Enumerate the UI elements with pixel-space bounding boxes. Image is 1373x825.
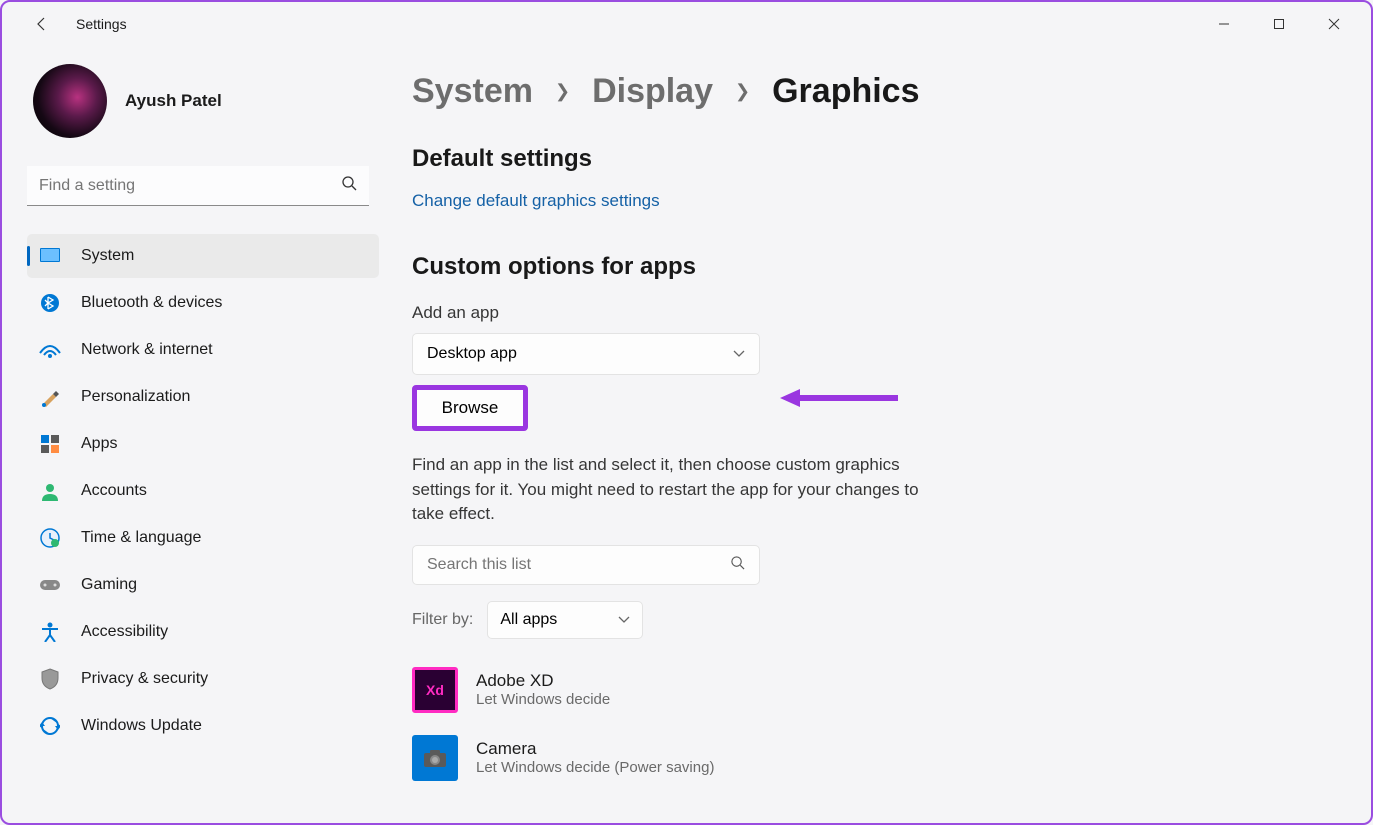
nav-item-accessibility[interactable]: Accessibility [27,610,379,654]
helper-text: Find an app in the list and select it, t… [412,453,942,527]
sidebar-search-input[interactable] [39,177,341,195]
nav-item-bluetooth[interactable]: Bluetooth & devices [27,281,379,325]
app-subtitle: Let Windows decide (Power saving) [476,759,714,776]
breadcrumb-system[interactable]: System [412,72,533,111]
app-list-search[interactable] [412,545,760,585]
browse-button[interactable]: Browse [412,385,528,431]
privacy-icon [39,668,61,690]
app-item-camera[interactable]: Camera Let Windows decide (Power saving) [412,729,1331,787]
back-button[interactable] [22,4,62,44]
bluetooth-icon [39,292,61,314]
window-controls [1196,4,1361,44]
nav-label: Bluetooth & devices [81,294,222,312]
network-icon [39,339,61,361]
system-icon [39,245,61,267]
chevron-down-icon [733,345,745,363]
nav-item-personalization[interactable]: Personalization [27,375,379,419]
update-icon [39,715,61,737]
window-title: Settings [76,16,127,32]
app-name: Adobe XD [476,671,610,691]
nav-item-windows-update[interactable]: Windows Update [27,704,379,748]
nav-item-system[interactable]: System [27,234,379,278]
breadcrumb: System ❯ Display ❯ Graphics [412,72,1331,111]
filter-row: Filter by: All apps [412,601,1331,639]
nav-item-gaming[interactable]: Gaming [27,563,379,607]
minimize-button[interactable] [1196,4,1251,44]
adobe-xd-icon: Xd [412,667,458,713]
accessibility-icon [39,621,61,643]
browse-label: Browse [442,398,499,418]
nav-label: Network & internet [81,341,213,359]
nav-label: Accessibility [81,623,168,641]
titlebar: Settings [2,2,1371,46]
nav-label: Time & language [81,529,201,547]
breadcrumb-graphics: Graphics [772,72,919,111]
chevron-down-icon [618,611,630,629]
personalization-icon [39,386,61,408]
maximize-button[interactable] [1251,4,1306,44]
nav-item-time-language[interactable]: Time & language [27,516,379,560]
app-subtitle: Let Windows decide [476,691,610,708]
nav-label: System [81,247,134,265]
nav-item-network[interactable]: Network & internet [27,328,379,372]
filter-label: Filter by: [412,611,473,629]
section-custom-title: Custom options for apps [412,253,1331,281]
nav-label: Privacy & security [81,670,208,688]
app-type-dropdown[interactable]: Desktop app [412,333,760,375]
sidebar: Ayush Patel System Bluetooth & devices N… [2,46,380,823]
section-default-title: Default settings [412,145,1331,173]
profile[interactable]: Ayush Patel [33,64,366,138]
nav-item-accounts[interactable]: Accounts [27,469,379,513]
filter-value: All apps [500,611,557,629]
filter-dropdown[interactable]: All apps [487,601,643,639]
search-icon [730,555,745,575]
nav-label: Gaming [81,576,137,594]
accounts-icon [39,480,61,502]
nav: System Bluetooth & devices Network & int… [27,234,366,748]
nav-label: Windows Update [81,717,202,735]
search-icon [341,175,357,196]
chevron-right-icon: ❯ [555,81,570,102]
time-icon [39,527,61,549]
profile-name: Ayush Patel [125,91,222,111]
add-app-label: Add an app [412,303,1331,323]
sidebar-search[interactable] [27,166,369,206]
dropdown-value: Desktop app [427,345,517,363]
app-list-search-input[interactable] [427,556,730,574]
avatar [33,64,107,138]
nav-label: Personalization [81,388,190,406]
apps-icon [39,433,61,455]
nav-label: Apps [81,435,117,453]
nav-item-privacy[interactable]: Privacy & security [27,657,379,701]
app-item-adobe-xd[interactable]: Xd Adobe XD Let Windows decide [412,661,1331,719]
gaming-icon [39,574,61,596]
breadcrumb-display[interactable]: Display [592,72,713,111]
nav-label: Accounts [81,482,147,500]
chevron-right-icon: ❯ [735,81,750,102]
close-button[interactable] [1306,4,1361,44]
main-content: System ❯ Display ❯ Graphics Default sett… [380,46,1371,823]
camera-icon [412,735,458,781]
change-default-graphics-link[interactable]: Change default graphics settings [412,191,660,211]
nav-item-apps[interactable]: Apps [27,422,379,466]
app-name: Camera [476,739,714,759]
